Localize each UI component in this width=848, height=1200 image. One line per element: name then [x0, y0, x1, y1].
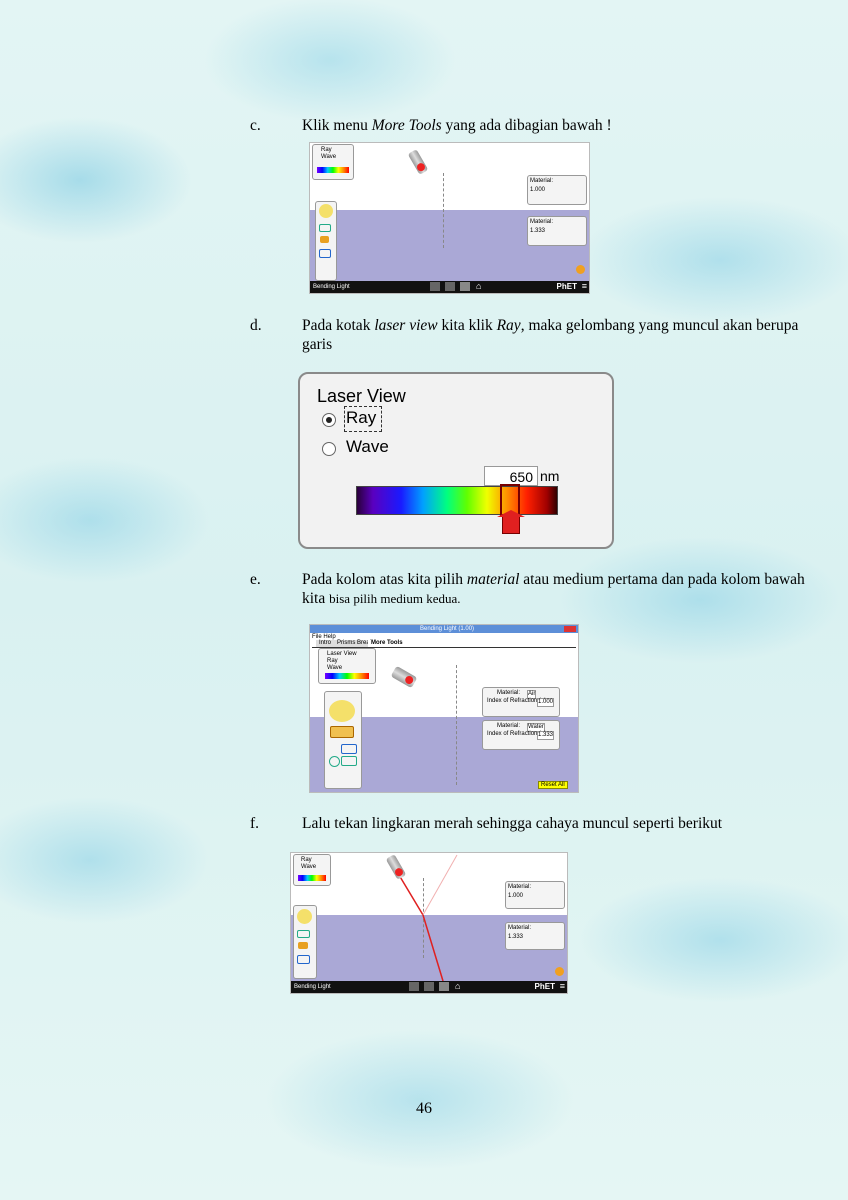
step-letter: f. [250, 815, 260, 832]
tools-panel [293, 905, 317, 979]
intensity-meter-icon[interactable] [297, 930, 310, 938]
intensity-meter-icon[interactable] [341, 744, 357, 754]
time-icon[interactable] [320, 236, 329, 243]
laser-pointer[interactable] [407, 149, 429, 175]
reflected-ray [422, 854, 458, 916]
wave-sensor-icon[interactable] [297, 955, 310, 964]
material-panel-top: Material: 1.000 [505, 881, 565, 909]
material-panel-bottom: Material: 1.333 [505, 922, 565, 950]
laser-button[interactable] [403, 674, 415, 686]
tab-prisms-icon[interactable] [445, 282, 455, 291]
reset-icon[interactable] [555, 967, 564, 976]
index-field-bottom[interactable]: 1.333 [537, 731, 555, 740]
page-number: 46 [416, 1100, 432, 1117]
navigation-bar: Bending Light ⌂ PhET ≡ [310, 281, 589, 293]
laser-view-panel-enlarged: Laser View Ray Wave 650 nm [298, 372, 614, 549]
laser-view-title: Laser View [317, 386, 406, 406]
protractor-icon[interactable] [297, 909, 312, 924]
intensity-meter-icon[interactable] [319, 224, 331, 232]
screenshot-light-ray: Ray Wave Material: 1.000 Material: 1.333… [290, 852, 568, 994]
speed-icon[interactable] [330, 726, 354, 738]
close-icon[interactable] [564, 626, 576, 632]
reset-icon[interactable] [576, 265, 585, 274]
wavelength-unit: nm [540, 468, 560, 484]
ray-radio[interactable] [322, 413, 336, 427]
index-field-top[interactable]: 1.000 [537, 698, 555, 707]
probe-icon[interactable] [329, 756, 340, 767]
tab-intro[interactable]: Intro [316, 640, 335, 647]
window-titlebar: Bending Light (1.00) [310, 625, 578, 633]
tools-panel [315, 201, 337, 281]
tools-panel [324, 691, 362, 789]
ray-label[interactable]: Ray [346, 408, 376, 428]
material-panel-top: Material: Air Index of Refraction (n): 1… [482, 687, 560, 717]
step-text: Pada kotak laser view kita klik Ray, mak… [302, 317, 799, 353]
step-letter: d. [250, 317, 262, 334]
material-panel-top: Material: 1.000 [527, 175, 587, 205]
tab-more-tools-icon[interactable] [460, 282, 470, 291]
material-panel-bottom: Material: Water Index of Refraction (n):… [482, 720, 560, 750]
menu-icon[interactable]: ≡ [582, 281, 587, 291]
wave-radio[interactable] [322, 442, 336, 456]
laser-view-panel: Ray Wave [312, 144, 354, 180]
navigation-bar: Bending Light ⌂ PhET ≡ [291, 981, 567, 993]
home-icon[interactable]: ⌂ [476, 281, 481, 291]
step-letter: e. [250, 571, 261, 588]
wavelength-spectrum[interactable] [356, 486, 558, 515]
step-text: Klik menu More Tools yang ada dibagian b… [302, 117, 612, 134]
tab-bar: Intro Prisms Break More Tools [312, 640, 576, 648]
tab-more-tools[interactable]: More Tools [368, 640, 406, 647]
laser-view-panel: Ray Wave [293, 854, 331, 886]
menu-icon[interactable]: ≡ [560, 981, 565, 991]
wavelength-slider-knob[interactable] [497, 510, 525, 534]
normal-line [456, 665, 457, 785]
home-icon[interactable]: ⌂ [455, 981, 460, 991]
wave-sensor-icon[interactable] [341, 756, 357, 766]
normal-line [443, 173, 444, 248]
step-text: Pada kolom atas kita pilih material atau… [302, 571, 805, 607]
step-letter: c. [250, 117, 261, 134]
tab-prisms-icon[interactable] [424, 982, 434, 991]
step-text: Lalu tekan lingkaran merah sehingga caha… [302, 815, 723, 832]
tab-intro-icon[interactable] [430, 282, 440, 291]
protractor-icon[interactable] [319, 204, 333, 218]
mini-spectrum [325, 673, 369, 679]
laser-pointer[interactable] [390, 665, 418, 689]
time-icon[interactable] [298, 942, 308, 949]
material-panel-bottom: Material: 1.333 [527, 216, 587, 246]
screenshot-more-tools: Ray Wave Material: 1.000 Material: 1.333… [309, 142, 590, 294]
reset-all-button[interactable]: Reset All [538, 781, 568, 789]
tab-more-tools-icon[interactable] [439, 982, 449, 991]
tab-intro-icon[interactable] [409, 982, 419, 991]
laser-view-panel: Laser View Ray Wave [318, 648, 376, 684]
laser-button[interactable] [393, 866, 405, 878]
refracted-ray [422, 914, 444, 982]
incident-ray [398, 874, 424, 916]
mini-spectrum [317, 167, 349, 173]
mini-spectrum [298, 875, 326, 881]
laser-button[interactable] [415, 161, 427, 173]
wavelength-input[interactable]: 650 [484, 466, 538, 486]
screenshot-material: Bending Light (1.00) File Help Intro Pri… [309, 624, 579, 793]
wave-label[interactable]: Wave [346, 437, 389, 457]
wave-sensor-icon[interactable] [319, 249, 331, 258]
protractor-icon[interactable] [329, 700, 355, 722]
